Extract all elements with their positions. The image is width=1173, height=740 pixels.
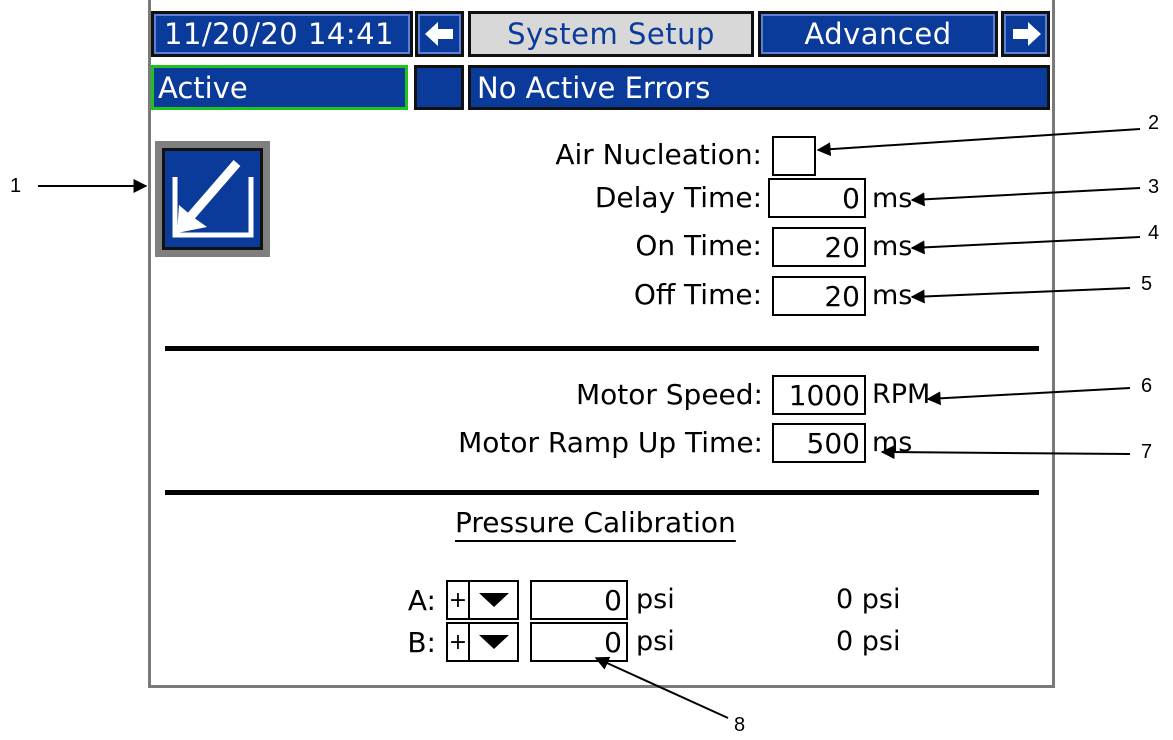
callout-5: 5 [1141,273,1153,295]
callout-2: 2 [1148,112,1160,134]
callout-6: 6 [1141,375,1153,397]
callout-8: 8 [734,714,746,736]
callout-7: 7 [1141,441,1153,463]
callout-3: 3 [1148,176,1160,198]
callout-4: 4 [1148,222,1160,244]
callout-1: 1 [10,175,22,197]
callout-leaders [38,128,1141,719]
